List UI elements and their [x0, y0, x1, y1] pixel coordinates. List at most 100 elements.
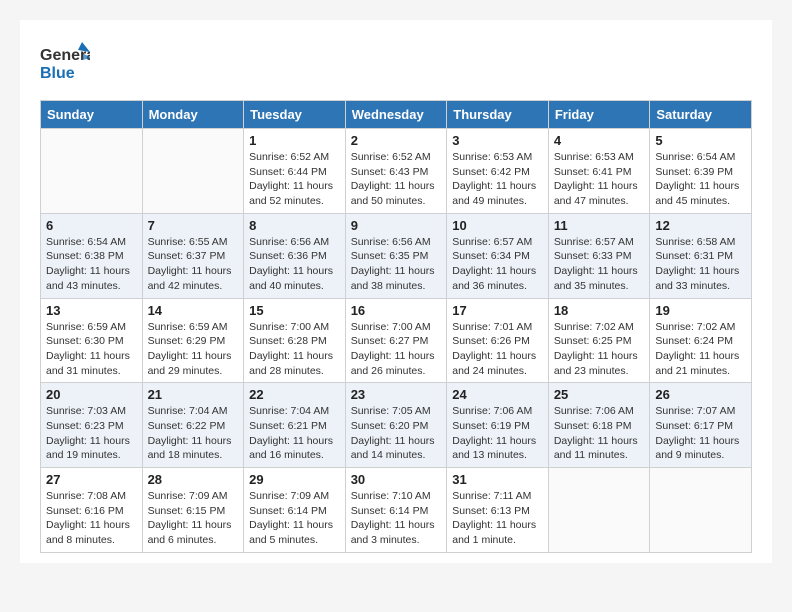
calendar-week-row: 20 Sunrise: 7:03 AM Sunset: 6:23 PM Dayli…: [41, 383, 752, 468]
day-info: Sunrise: 6:54 AM Sunset: 6:39 PM Dayligh…: [655, 150, 746, 209]
calendar-cell: 29Sunrise: 7:09 AM Sunset: 6:14 PM Dayli…: [244, 468, 346, 553]
day-info: Sunrise: 7:10 AM Sunset: 6:14 PM Dayligh…: [351, 489, 442, 548]
day-info: Sunrise: 7:07 AM Sunset: 6:17 PM Dayligh…: [655, 404, 746, 463]
day-info: Sunrise: 6:53 AM Sunset: 6:42 PM Dayligh…: [452, 150, 543, 209]
weekday-header-cell: Tuesday: [244, 101, 346, 129]
day-info: Sunrise: 7:06 AM Sunset: 6:19 PM Dayligh…: [452, 404, 543, 463]
day-info: Sunrise: 6:53 AM Sunset: 6:41 PM Dayligh…: [554, 150, 645, 209]
day-info: Sunrise: 6:57 AM Sunset: 6:34 PM Dayligh…: [452, 235, 543, 294]
day-info: Sunrise: 7:05 AM Sunset: 6:20 PM Dayligh…: [351, 404, 442, 463]
calendar-cell: 21Sunrise: 7:04 AM Sunset: 6:22 PM Dayli…: [142, 383, 244, 468]
day-number: 6: [46, 218, 137, 233]
day-info: Sunrise: 6:55 AM Sunset: 6:37 PM Dayligh…: [148, 235, 239, 294]
calendar-cell: 27 Sunrise: 7:08 AM Sunset: 6:16 PM Dayli…: [41, 468, 143, 553]
day-number: 29: [249, 472, 340, 487]
weekday-header-cell: Sunday: [41, 101, 143, 129]
day-info: Sunrise: 6:54 AM Sunset: 6:38 PM Dayligh…: [46, 235, 137, 294]
day-number: 30: [351, 472, 442, 487]
calendar-cell: 20 Sunrise: 7:03 AM Sunset: 6:23 PM Dayli…: [41, 383, 143, 468]
calendar-cell: 16 Sunrise: 7:00 AM Sunset: 6:27 PM Dayli…: [345, 298, 447, 383]
calendar-cell: 3 Sunrise: 6:53 AM Sunset: 6:42 PM Daylig…: [447, 129, 549, 214]
svg-text:Blue: Blue: [40, 65, 75, 82]
day-number: 25: [554, 387, 645, 402]
header: General Blue: [40, 40, 752, 90]
day-number: 17: [452, 303, 543, 318]
calendar-cell: 28Sunrise: 7:09 AM Sunset: 6:15 PM Dayli…: [142, 468, 244, 553]
day-number: 22: [249, 387, 340, 402]
calendar-cell: 22 Sunrise: 7:04 AM Sunset: 6:21 PM Dayli…: [244, 383, 346, 468]
day-number: 11: [554, 218, 645, 233]
calendar-cell: 7 Sunrise: 6:55 AM Sunset: 6:37 PM Daylig…: [142, 213, 244, 298]
day-info: Sunrise: 7:02 AM Sunset: 6:24 PM Dayligh…: [655, 320, 746, 379]
day-info: Sunrise: 6:59 AM Sunset: 6:30 PM Dayligh…: [46, 320, 137, 379]
day-info: Sunrise: 7:00 AM Sunset: 6:27 PM Dayligh…: [351, 320, 442, 379]
calendar-cell: 31 Sunrise: 7:11 AM Sunset: 6:13 PM Dayli…: [447, 468, 549, 553]
day-info: Sunrise: 7:04 AM Sunset: 6:21 PM Dayligh…: [249, 404, 340, 463]
day-info: Sunrise: 7:11 AM Sunset: 6:13 PM Dayligh…: [452, 489, 543, 548]
day-number: 4: [554, 133, 645, 148]
day-number: 19: [655, 303, 746, 318]
logo: General Blue: [40, 40, 90, 90]
day-number: 31: [452, 472, 543, 487]
day-info: Sunrise: 7:03 AM Sunset: 6:23 PM Dayligh…: [46, 404, 137, 463]
day-number: 14: [148, 303, 239, 318]
day-number: 18: [554, 303, 645, 318]
calendar-cell: 11 Sunrise: 6:57 AM Sunset: 6:33 PM Dayli…: [548, 213, 650, 298]
calendar-cell: [650, 468, 752, 553]
calendar-cell: 24 Sunrise: 7:06 AM Sunset: 6:19 PM Dayli…: [447, 383, 549, 468]
page: General Blue SundayMondayTuesdayWednesda…: [20, 20, 772, 563]
calendar-week-row: 13 Sunrise: 6:59 AM Sunset: 6:30 PM Dayli…: [41, 298, 752, 383]
day-number: 10: [452, 218, 543, 233]
calendar-cell: 19 Sunrise: 7:02 AM Sunset: 6:24 PM Dayli…: [650, 298, 752, 383]
day-info: Sunrise: 7:08 AM Sunset: 6:16 PM Dayligh…: [46, 489, 137, 548]
day-info: Sunrise: 6:57 AM Sunset: 6:33 PM Dayligh…: [554, 235, 645, 294]
day-number: 13: [46, 303, 137, 318]
day-number: 2: [351, 133, 442, 148]
day-number: 5: [655, 133, 746, 148]
weekday-header-cell: Thursday: [447, 101, 549, 129]
day-number: 20: [46, 387, 137, 402]
calendar-cell: 8Sunrise: 6:56 AM Sunset: 6:36 PM Daylig…: [244, 213, 346, 298]
calendar-cell: [142, 129, 244, 214]
calendar-body: 1 Sunrise: 6:52 AM Sunset: 6:44 PM Daylig…: [41, 129, 752, 553]
day-info: Sunrise: 7:09 AM Sunset: 6:15 PM Dayligh…: [148, 489, 239, 548]
calendar-cell: 30 Sunrise: 7:10 AM Sunset: 6:14 PM Dayli…: [345, 468, 447, 553]
calendar-cell: 10 Sunrise: 6:57 AM Sunset: 6:34 PM Dayli…: [447, 213, 549, 298]
day-number: 21: [148, 387, 239, 402]
calendar-week-row: 27 Sunrise: 7:08 AM Sunset: 6:16 PM Dayli…: [41, 468, 752, 553]
calendar-cell: 26Sunrise: 7:07 AM Sunset: 6:17 PM Dayli…: [650, 383, 752, 468]
day-info: Sunrise: 7:01 AM Sunset: 6:26 PM Dayligh…: [452, 320, 543, 379]
day-info: Sunrise: 7:02 AM Sunset: 6:25 PM Dayligh…: [554, 320, 645, 379]
day-number: 24: [452, 387, 543, 402]
calendar-cell: [548, 468, 650, 553]
weekday-header-row: SundayMondayTuesdayWednesdayThursdayFrid…: [41, 101, 752, 129]
weekday-header-cell: Friday: [548, 101, 650, 129]
calendar-cell: 17 Sunrise: 7:01 AM Sunset: 6:26 PM Dayli…: [447, 298, 549, 383]
calendar-cell: 13 Sunrise: 6:59 AM Sunset: 6:30 PM Dayli…: [41, 298, 143, 383]
day-info: Sunrise: 7:00 AM Sunset: 6:28 PM Dayligh…: [249, 320, 340, 379]
day-number: 9: [351, 218, 442, 233]
day-info: Sunrise: 6:56 AM Sunset: 6:36 PM Dayligh…: [249, 235, 340, 294]
day-number: 1: [249, 133, 340, 148]
day-number: 16: [351, 303, 442, 318]
calendar-table: SundayMondayTuesdayWednesdayThursdayFrid…: [40, 100, 752, 553]
day-info: Sunrise: 6:58 AM Sunset: 6:31 PM Dayligh…: [655, 235, 746, 294]
day-number: 27: [46, 472, 137, 487]
day-number: 15: [249, 303, 340, 318]
calendar-cell: 9 Sunrise: 6:56 AM Sunset: 6:35 PM Daylig…: [345, 213, 447, 298]
calendar-cell: 2Sunrise: 6:52 AM Sunset: 6:43 PM Daylig…: [345, 129, 447, 214]
day-number: 3: [452, 133, 543, 148]
weekday-header-cell: Wednesday: [345, 101, 447, 129]
calendar-cell: 4 Sunrise: 6:53 AM Sunset: 6:41 PM Daylig…: [548, 129, 650, 214]
day-info: Sunrise: 7:06 AM Sunset: 6:18 PM Dayligh…: [554, 404, 645, 463]
calendar-cell: 6 Sunrise: 6:54 AM Sunset: 6:38 PM Daylig…: [41, 213, 143, 298]
calendar-cell: 18 Sunrise: 7:02 AM Sunset: 6:25 PM Dayli…: [548, 298, 650, 383]
day-number: 12: [655, 218, 746, 233]
calendar-cell: 15 Sunrise: 7:00 AM Sunset: 6:28 PM Dayli…: [244, 298, 346, 383]
day-info: Sunrise: 6:59 AM Sunset: 6:29 PM Dayligh…: [148, 320, 239, 379]
calendar-cell: 25 Sunrise: 7:06 AM Sunset: 6:18 PM Dayli…: [548, 383, 650, 468]
day-info: Sunrise: 6:56 AM Sunset: 6:35 PM Dayligh…: [351, 235, 442, 294]
day-number: 7: [148, 218, 239, 233]
calendar-cell: 23Sunrise: 7:05 AM Sunset: 6:20 PM Dayli…: [345, 383, 447, 468]
day-info: Sunrise: 6:52 AM Sunset: 6:44 PM Dayligh…: [249, 150, 340, 209]
